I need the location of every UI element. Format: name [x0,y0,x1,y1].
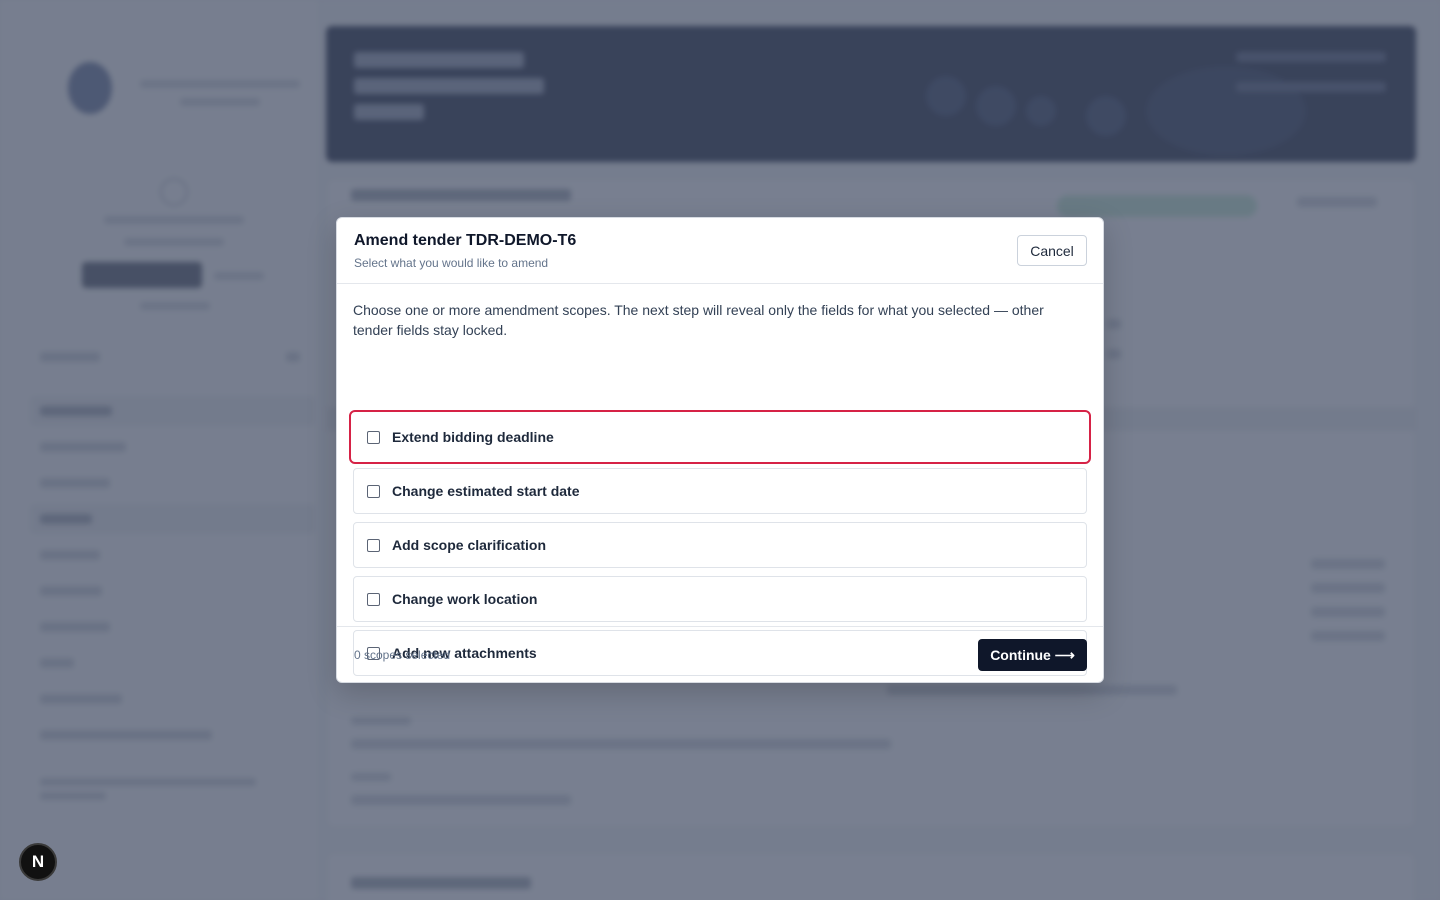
scope-option-label: Extend bidding deadline [392,429,554,445]
dialog-body: Choose one or more amendment scopes. The… [349,284,1091,676]
cancel-button[interactable]: Cancel [1017,235,1087,266]
scope-option-label: Change work location [392,591,538,607]
scope-option-change-estimated-start-date[interactable]: Change estimated start date [353,468,1087,514]
scope-option-extend-bidding-deadline[interactable]: Extend bidding deadline [349,410,1091,464]
scope-option-label: Add scope clarification [392,537,547,553]
checkbox[interactable] [367,430,380,444]
dialog-subtitle: Select what you would like to amend [354,256,549,270]
continue-button[interactable]: Continue ⟶ [978,639,1087,671]
checkbox[interactable] [367,484,380,498]
dialog-header: Amend tender TDR-DEMO-T6 Select what you… [337,218,1103,284]
selected-scopes-count: 0 scopes selected [354,648,451,662]
checkbox[interactable] [367,538,380,552]
dialog-instructions: Choose one or more amendment scopes. The… [353,302,1044,338]
dialog-footer: 0 scopes selected Continue ⟶ [337,626,1103,684]
scope-option-change-work-location[interactable]: Change work location [353,576,1087,622]
amend-tender-dialog: Amend tender TDR-DEMO-T6 Select what you… [336,217,1104,683]
scope-option-label: Change estimated start date [392,483,580,499]
checkbox[interactable] [367,592,380,606]
scope-option-add-scope-clarification[interactable]: Add scope clarification [353,522,1087,568]
dialog-title: Amend tender TDR-DEMO-T6 [354,232,577,249]
nextjs-dev-badge-icon[interactable]: N [19,843,57,881]
